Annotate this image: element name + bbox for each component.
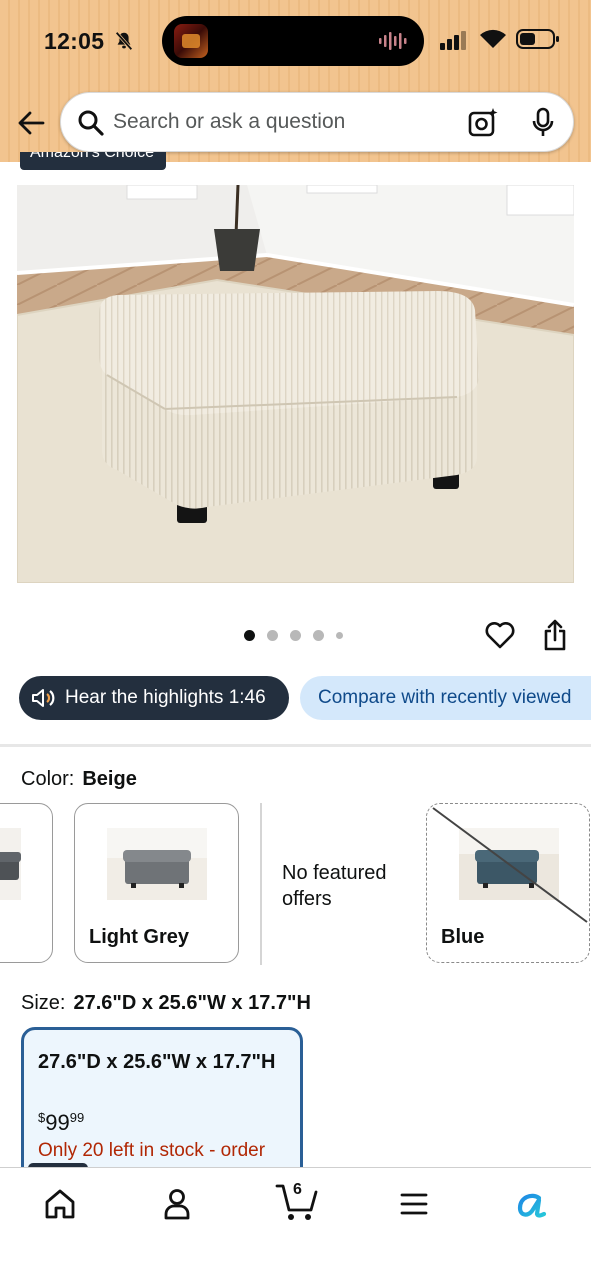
carousel-dot[interactable] <box>290 629 301 641</box>
product-image[interactable] <box>17 185 574 583</box>
price-fraction: 99 <box>69 1110 85 1125</box>
carousel-dot[interactable] <box>336 631 343 639</box>
size-option-title: 27.6"D x 25.6"W x 17.7"H <box>38 1051 276 1073</box>
wifi-icon <box>480 29 506 48</box>
stock-warning: Only 20 left in stock - order <box>38 1140 266 1161</box>
swatch-thumbnail <box>0 828 21 900</box>
section-divider <box>0 744 591 747</box>
rufus-assistant-icon[interactable] <box>512 1184 552 1224</box>
hear-highlights-label: Hear the highlights 1:46 <box>65 687 266 708</box>
swatch-separator <box>260 803 262 965</box>
size-label-text: Size: <box>21 992 66 1014</box>
account-icon[interactable] <box>157 1184 197 1224</box>
selected-size: 27.6"D x 25.6"W x 17.7"H <box>73 992 311 1014</box>
microphone-icon[interactable] <box>529 107 557 139</box>
dynamic-island[interactable] <box>162 16 424 66</box>
badge-label: Amazon's Choice <box>30 152 154 161</box>
carousel-dot[interactable] <box>244 629 255 641</box>
amazons-choice-badge: Amazon's Choice <box>20 152 166 170</box>
menu-icon[interactable] <box>394 1184 434 1224</box>
swatch-label: Light Grey <box>89 926 190 948</box>
home-icon[interactable] <box>40 1184 80 1224</box>
speaker-icon <box>32 689 55 707</box>
bell-off-icon <box>115 31 133 51</box>
price: $9999 <box>38 1110 84 1136</box>
swatch-label: Blue <box>441 926 485 948</box>
status-time: 12:05 <box>44 28 105 54</box>
cart-button[interactable]: 6 <box>275 1180 321 1224</box>
audio-waveform-icon <box>379 32 407 50</box>
carousel-dot[interactable] <box>267 629 278 641</box>
cart-count: 6 <box>293 1181 302 1198</box>
swatch-thumbnail <box>107 828 207 900</box>
top-header: 12:05 <box>0 0 591 162</box>
color-swatch-partial[interactable] <box>0 803 53 963</box>
cellular-signal-icon <box>440 31 466 50</box>
search-icon <box>78 110 104 136</box>
size-label: Size: 27.6"D x 25.6"W x 17.7"H <box>21 992 311 1015</box>
compare-recently-viewed-button[interactable]: Compare with recently viewed <box>300 676 591 720</box>
color-label: Color: Beige <box>21 768 137 791</box>
color-label-text: Color: <box>21 768 75 790</box>
back-arrow-icon[interactable] <box>16 108 46 138</box>
now-playing-artwork <box>174 24 208 58</box>
color-swatch-blue[interactable]: Blue <box>426 803 590 963</box>
bottom-nav: 6 <box>0 1167 591 1280</box>
no-featured-offers-text: No featured offers <box>282 862 387 910</box>
camera-lens-icon[interactable] <box>467 107 499 139</box>
hear-highlights-button[interactable]: Hear the highlights 1:46 <box>19 676 289 720</box>
battery-icon <box>516 29 559 49</box>
carousel-dot[interactable] <box>313 629 324 641</box>
color-swatch-light-grey[interactable]: Light Grey <box>74 803 239 963</box>
heart-icon[interactable] <box>484 620 516 650</box>
search-bar[interactable] <box>60 92 574 152</box>
price-whole: 99 <box>45 1110 70 1135</box>
selected-color: Beige <box>82 768 137 790</box>
search-input[interactable] <box>113 93 453 151</box>
share-icon[interactable] <box>542 618 568 652</box>
carousel-dots[interactable] <box>244 628 343 642</box>
